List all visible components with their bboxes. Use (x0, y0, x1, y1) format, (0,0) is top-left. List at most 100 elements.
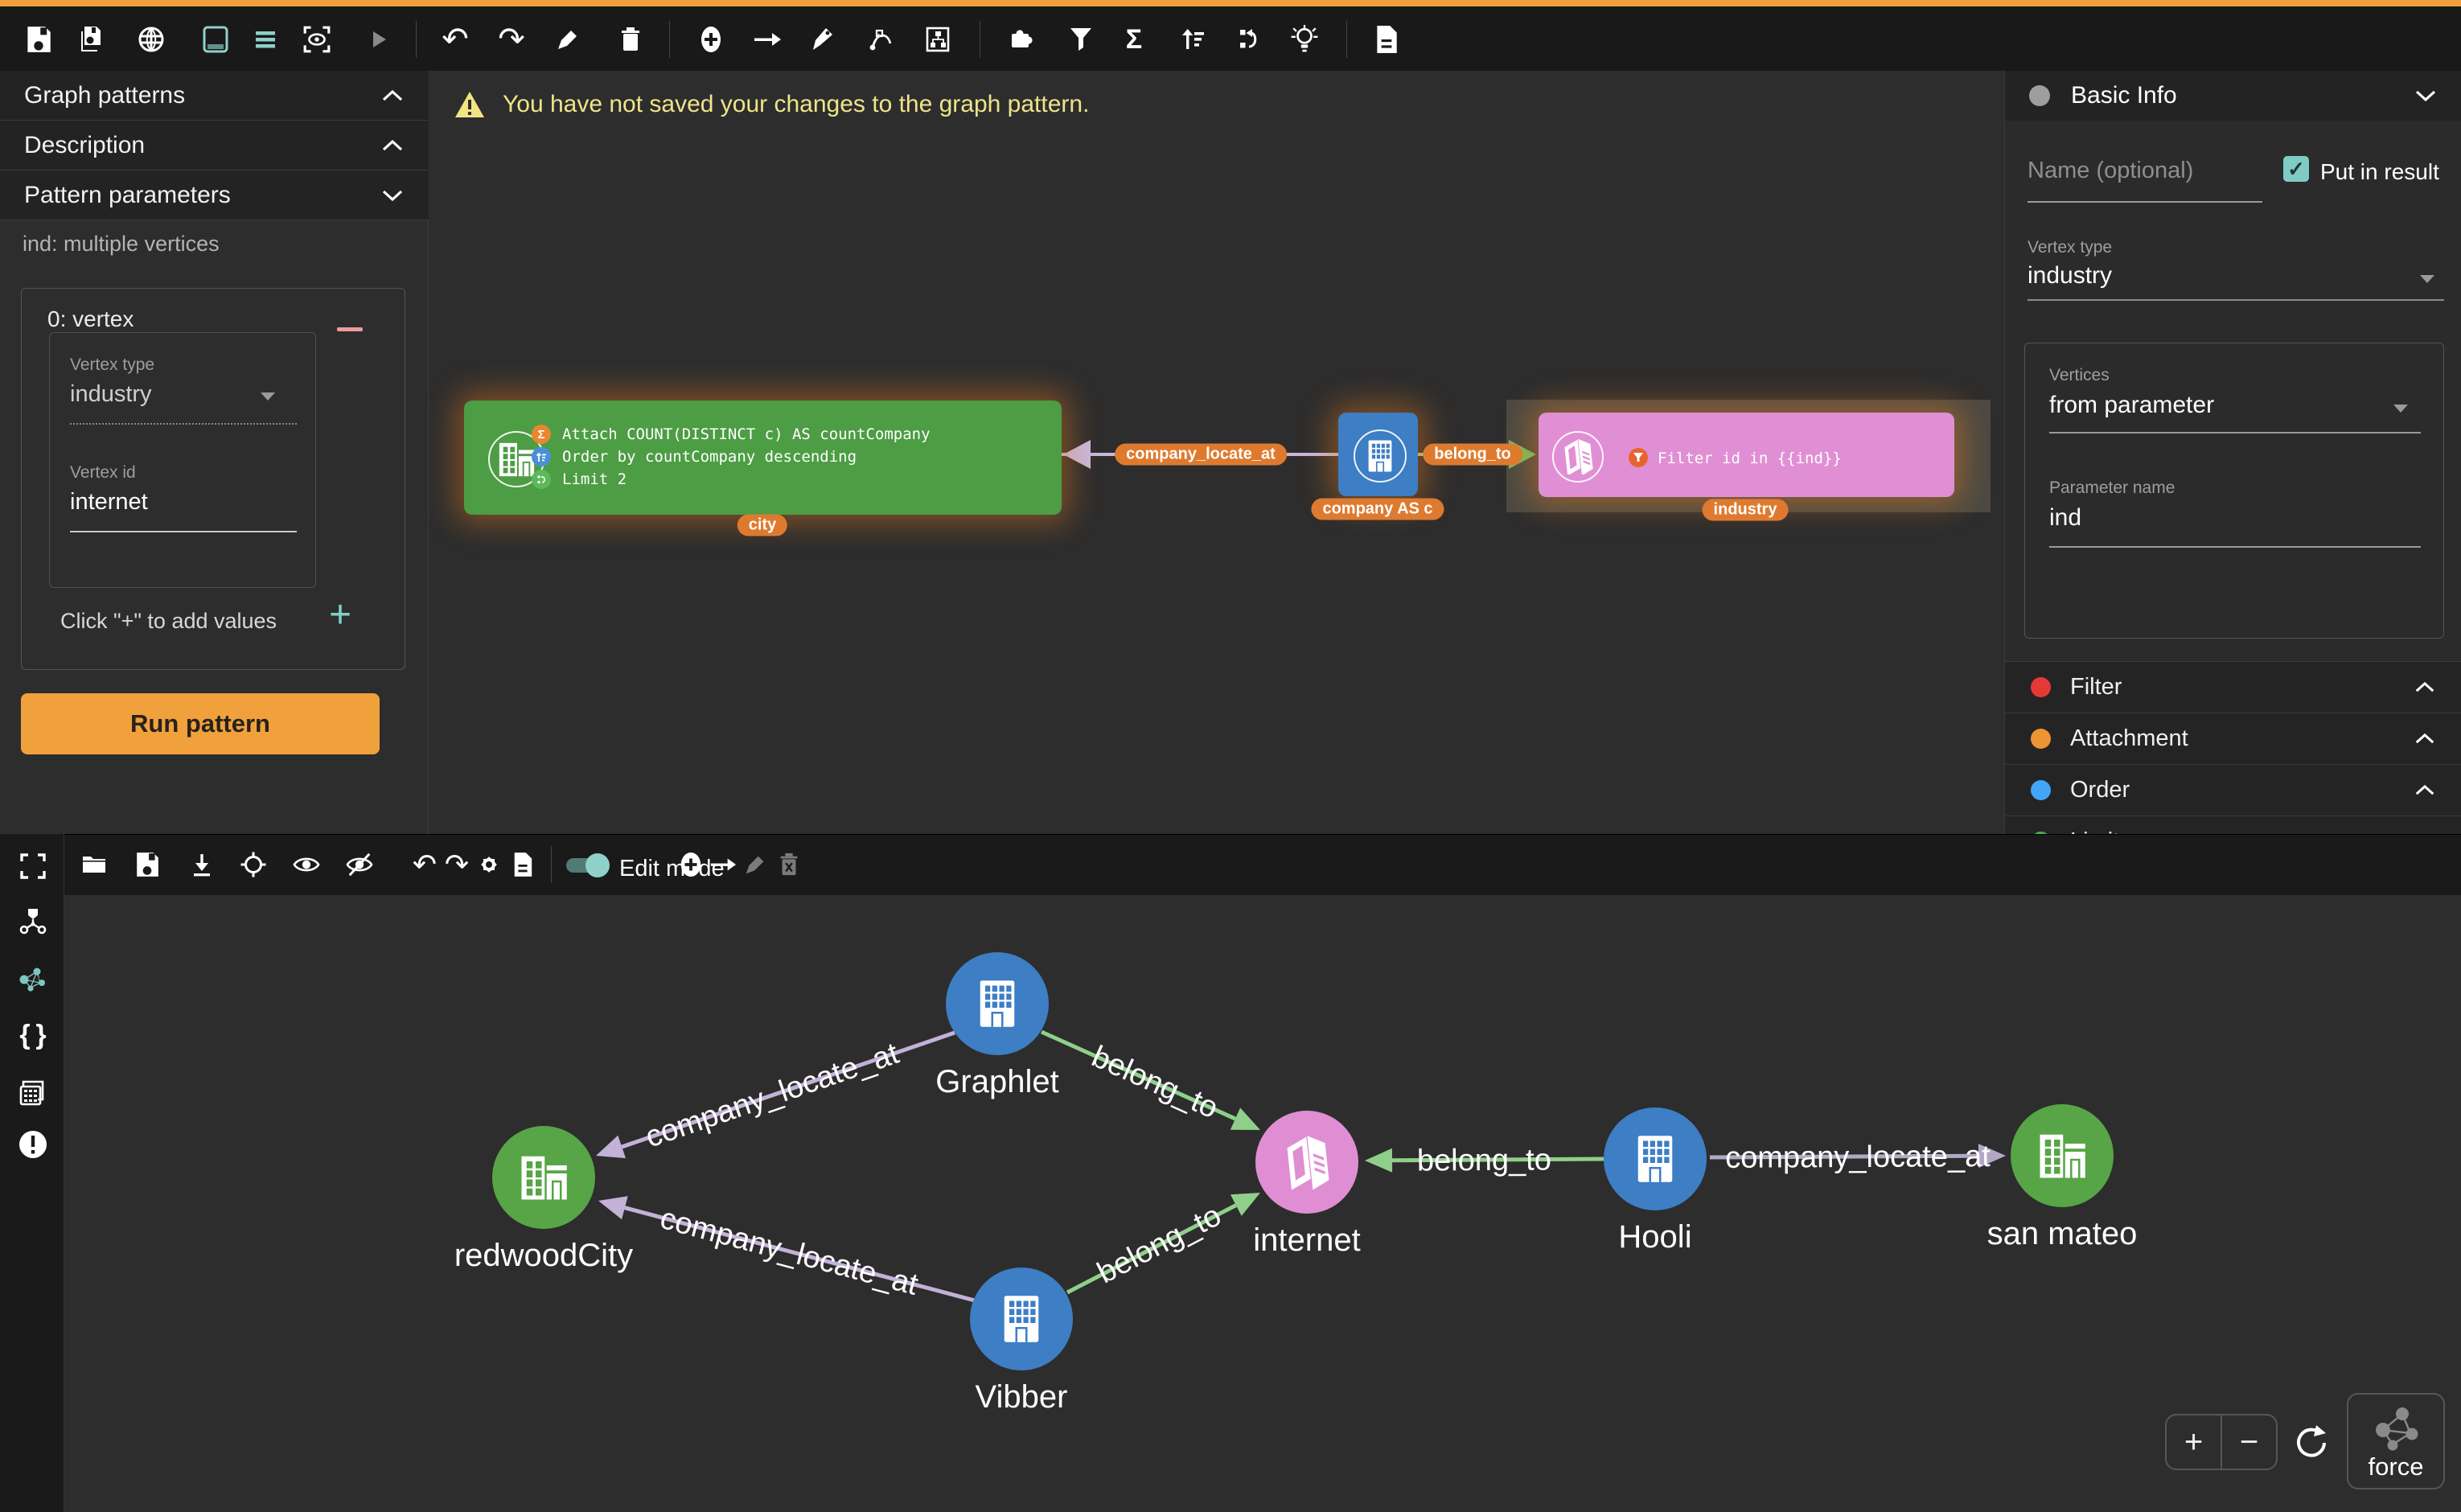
pattern-label-city: city (737, 515, 787, 536)
undo-icon[interactable]: ↶ (411, 851, 438, 878)
document-icon[interactable] (509, 851, 536, 878)
attachment-puzzle-icon[interactable] (1007, 25, 1036, 54)
svg-text:redwoodCity: redwoodCity (454, 1238, 633, 1273)
param-header: ind: multiple vertices (23, 232, 220, 257)
alert-icon[interactable] (18, 1129, 48, 1160)
pen-icon[interactable] (807, 25, 836, 54)
put-in-result-checkbox[interactable]: ✓ (2283, 156, 2309, 182)
suggest-bulb-icon[interactable] (1290, 25, 1319, 54)
section-graph-patterns[interactable]: Graph patterns (0, 71, 429, 121)
chevron-up-icon (380, 88, 405, 103)
toolbar-divider (551, 846, 552, 883)
run-pattern-button[interactable]: Run pattern (21, 693, 380, 754)
pattern-edge-label-company-locate-at[interactable]: company_locate_at (1115, 444, 1287, 466)
section-label: Description (24, 132, 145, 159)
add-vertex-icon[interactable] (696, 25, 725, 54)
svg-text:company_locate_at: company_locate_at (656, 1202, 922, 1302)
refresh-button[interactable] (2292, 1422, 2329, 1459)
order-sort-icon[interactable] (1179, 25, 1208, 54)
flow-tree-icon[interactable] (18, 906, 48, 936)
edit-pencil-icon[interactable] (553, 25, 582, 54)
edit-mode-toggle[interactable] (563, 853, 610, 878)
filter-rule-text: Filter id in {{ind}} (1658, 450, 1842, 467)
basic-info-header[interactable]: Basic Info (2005, 71, 2461, 121)
layout-panel-icon[interactable] (201, 25, 230, 54)
schema-icon[interactable] (923, 25, 952, 54)
section-attachment[interactable]: Attachment (2005, 713, 2461, 764)
dropdown-arrow-icon[interactable] (2393, 405, 2408, 413)
attachment-dot-icon (2031, 729, 2051, 749)
show-eye-icon[interactable] (293, 851, 320, 878)
pattern-node-industry[interactable]: Filter id in {{ind}} (1539, 413, 1954, 497)
graph-visualization-canvas[interactable]: company_locate_atcompany_locate_atbelong… (64, 894, 2461, 1512)
dropdown-arrow-icon[interactable] (2420, 275, 2434, 283)
section-filter[interactable]: Filter (2005, 661, 2461, 713)
rule-text: Limit 2 (562, 470, 627, 488)
save-icon[interactable] (24, 25, 53, 54)
force-label: force (2369, 1452, 2424, 1481)
section-label: Graph patterns (24, 82, 185, 109)
gsql-globe-icon[interactable] (137, 25, 166, 54)
settings-gear-icon[interactable] (475, 851, 503, 878)
hide-eye-icon[interactable] (346, 851, 373, 878)
vertex-type-label: Vertex type (70, 355, 154, 375)
rule-limit: Limit 2 (532, 468, 627, 491)
dropdown-arrow-icon[interactable] (261, 392, 275, 401)
run-play-icon[interactable] (364, 25, 392, 54)
zoom-out-button[interactable]: − (2222, 1415, 2276, 1469)
rule-text: Order by countCompany descending (562, 448, 857, 466)
svg-text:san mateo: san mateo (1987, 1216, 2138, 1251)
pattern-edge-label-belong-to[interactable]: belong_to (1423, 444, 1522, 466)
vertices-select[interactable]: from parameter (2049, 392, 2214, 419)
pattern-node-company[interactable] (1338, 413, 1418, 496)
zoom-in-button[interactable]: + (2167, 1415, 2222, 1469)
pattern-node-city[interactable]: Σ Attach COUNT(DISTINCT c) AS countCompa… (464, 401, 1062, 515)
rule-text: Attach COUNT(DISTINCT c) AS countCompany (562, 425, 931, 443)
vertex-type-select[interactable]: industry (70, 381, 152, 408)
add-node-icon[interactable] (677, 851, 705, 878)
section-order[interactable]: Order (2005, 764, 2461, 816)
locate-icon[interactable] (240, 851, 267, 878)
preview-eye-icon[interactable] (302, 25, 331, 54)
section-pattern-parameters[interactable]: Pattern parameters (0, 171, 429, 220)
add-link-arrow-icon[interactable] (709, 851, 737, 878)
section-label: Order (2070, 777, 2130, 803)
aggregate-sigma-icon[interactable]: Σ (1120, 25, 1148, 54)
force-layout-button[interactable]: force (2347, 1393, 2445, 1489)
chevron-up-icon (2414, 732, 2436, 746)
section-description[interactable]: Description (0, 121, 429, 171)
limit-skip-icon[interactable] (1235, 25, 1264, 54)
redo-icon[interactable]: ↷ (497, 25, 526, 54)
table-icon[interactable] (18, 1078, 48, 1108)
basic-info-panel: Basic Info Name (optional) ✓ Put in resu… (2004, 71, 2461, 867)
remove-value-button[interactable] (337, 327, 363, 331)
bezier-path-icon[interactable] (867, 25, 896, 54)
name-input[interactable]: Name (optional) (2028, 158, 2193, 184)
undo-icon[interactable]: ↶ (441, 25, 470, 54)
delete-trash-icon[interactable] (616, 25, 645, 54)
save-icon[interactable] (134, 851, 161, 878)
folder-open-icon[interactable] (80, 851, 108, 878)
braces-icon[interactable]: { } (18, 1020, 48, 1050)
parameter-name-input[interactable]: ind (2049, 504, 2081, 532)
chevron-up-icon (2414, 680, 2436, 694)
redo-icon[interactable]: ↷ (443, 851, 470, 878)
edit-pencil-icon[interactable] (742, 851, 769, 878)
document-icon[interactable] (1372, 25, 1401, 54)
save-copy-icon[interactable] (77, 25, 106, 54)
filter-funnel-icon[interactable] (1066, 25, 1095, 54)
list-icon[interactable] (251, 25, 280, 54)
vertex-type-select[interactable]: industry (2028, 262, 2112, 290)
add-edge-arrow-icon[interactable] (753, 25, 782, 54)
arrowhead-left-icon (1062, 440, 1094, 470)
force-network-icon (2370, 1403, 2422, 1452)
vertex-id-input[interactable]: internet (70, 489, 148, 516)
network-graph-icon[interactable] (18, 963, 48, 994)
fullscreen-icon[interactable] (18, 851, 48, 881)
add-value-button[interactable]: + (329, 593, 351, 637)
download-icon[interactable] (188, 851, 216, 878)
delete-trash-icon[interactable] (775, 851, 803, 878)
filter-badge-icon (1629, 448, 1648, 467)
svg-text:company_locate_at: company_locate_at (1725, 1140, 1991, 1175)
section-label: Pattern parameters (24, 182, 231, 209)
